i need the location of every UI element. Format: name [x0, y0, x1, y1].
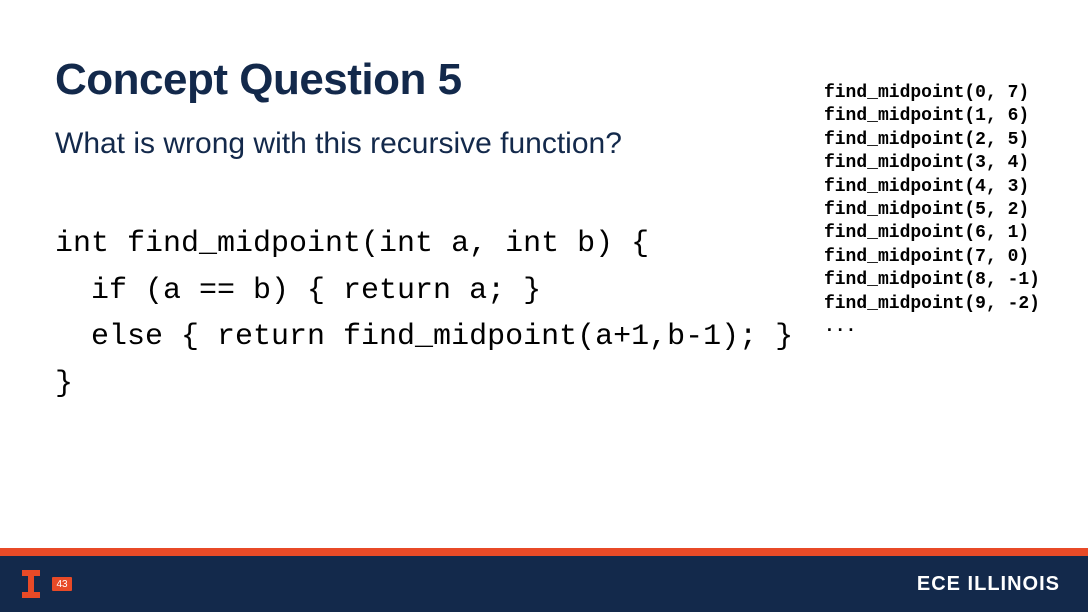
illinois-block-i-icon	[22, 570, 40, 598]
call-trace: find_midpoint(0, 7) find_midpoint(1, 6) …	[824, 82, 1040, 339]
footer-logo-group: 43	[22, 570, 72, 598]
slide: Concept Question 5 What is wrong with th…	[0, 0, 1088, 612]
footer: 43 ECE ILLINOIS	[0, 548, 1088, 612]
footer-accent-bar	[0, 548, 1088, 556]
page-number-badge: 43	[52, 577, 72, 591]
dept-prefix: ECE	[917, 573, 961, 595]
dept-suffix: ILLINOIS	[961, 573, 1060, 595]
footer-bar: 43 ECE ILLINOIS	[0, 556, 1088, 612]
department-label: ECE ILLINOIS	[917, 573, 1060, 596]
